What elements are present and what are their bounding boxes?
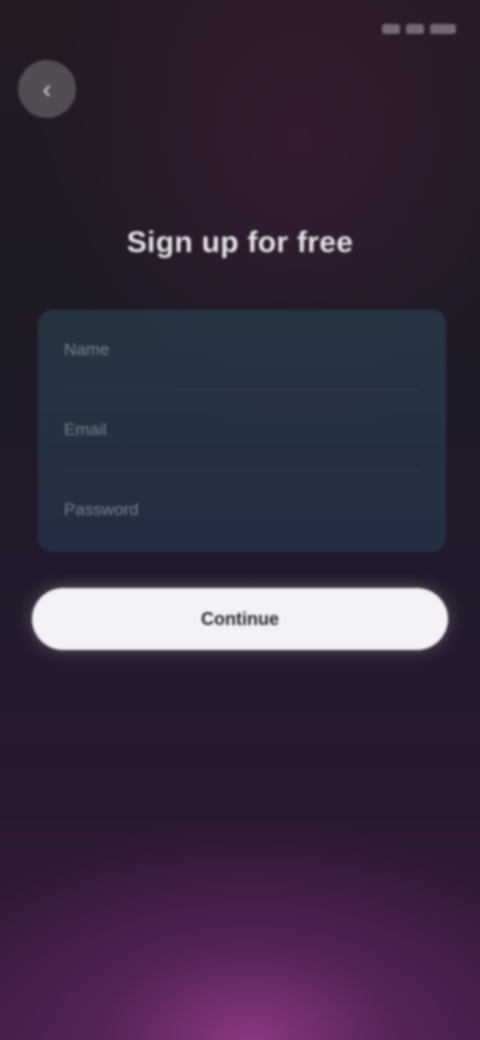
- name-field-row: [64, 310, 420, 390]
- password-field-row: [64, 470, 420, 550]
- back-button[interactable]: ‹: [18, 60, 76, 118]
- signup-form: [38, 310, 446, 552]
- signal-icon: [382, 24, 400, 34]
- continue-button[interactable]: Continue: [32, 588, 448, 650]
- battery-icon: [430, 24, 456, 34]
- arrow-left-icon: ‹: [42, 73, 52, 104]
- status-bar: [24, 14, 456, 44]
- email-field[interactable]: [64, 419, 420, 440]
- wifi-icon: [406, 24, 424, 34]
- email-field-row: [64, 390, 420, 470]
- name-field[interactable]: [64, 339, 420, 360]
- password-field[interactable]: [64, 500, 420, 520]
- page-title: Sign up for free: [126, 226, 354, 259]
- status-icons: [382, 24, 456, 34]
